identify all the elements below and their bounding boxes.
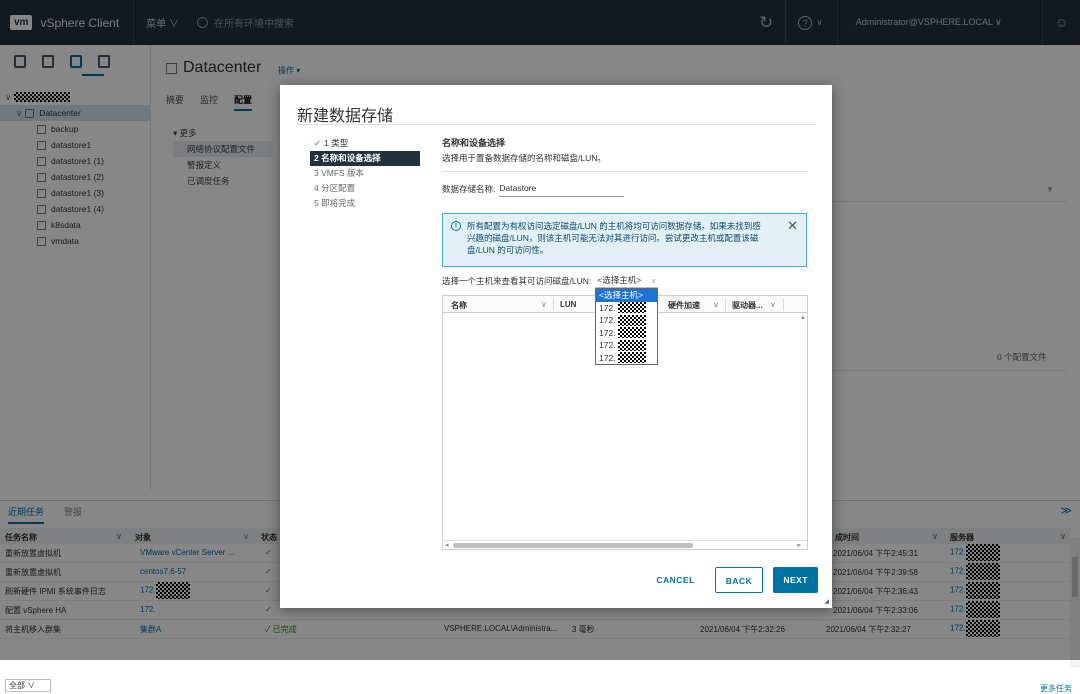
- wizard-content: 名称和设备选择 选择用于置备数据存储的名称和磁盘/LUN。 数据存储名称: Da…: [442, 136, 808, 550]
- host-select-row: 选择一个主机来查看其可访问磁盘/LUN: <选择主机> ∨: [442, 274, 659, 288]
- new-datastore-wizard: 新建数据存储 ✓ 1 类型 2 名称和设备选择 3 VMFS 版本 4 分区配置 …: [280, 85, 832, 608]
- chevron-down-icon: ∨: [651, 278, 657, 285]
- column-divider[interactable]: [783, 298, 784, 311]
- next-button[interactable]: NEXT: [773, 567, 818, 593]
- checkmark-icon: ✓: [314, 138, 322, 148]
- step-label: 1 类型: [324, 138, 349, 148]
- column-header[interactable]: 硬件加速: [668, 300, 700, 311]
- divider: [297, 124, 816, 125]
- wizard-title: 新建数据存储: [297, 108, 394, 125]
- host-dropdown-list: <选择主机> 172. 172. 172. 172. 172.: [595, 288, 658, 365]
- wizard-step: 3 VMFS 版本: [314, 168, 365, 178]
- sort-icon[interactable]: ∨: [541, 300, 547, 309]
- close-icon[interactable]: ✕: [787, 218, 798, 234]
- option-label: 172.: [599, 352, 616, 363]
- info-alert: i 所有配置为有权访问选定磁盘/LUN 的主机将均可访问数据存储。如果未找到感兴…: [442, 213, 807, 267]
- more-tasks-link[interactable]: 更多任务: [1040, 683, 1072, 694]
- scroll-right-icon[interactable]: ▸: [797, 541, 801, 549]
- section-title: 名称和设备选择: [442, 138, 506, 148]
- cancel-button[interactable]: CANCEL: [646, 567, 705, 593]
- column-header[interactable]: 驱动器...: [732, 300, 763, 311]
- redacted-host: [617, 314, 646, 326]
- wizard-buttons: CANCEL BACK NEXT: [646, 567, 818, 593]
- section-description: 选择用于置备数据存储的名称和磁盘/LUN。: [442, 153, 606, 163]
- option-label: 172.: [599, 327, 616, 338]
- wizard-steps: ✓ 1 类型 2 名称和设备选择 3 VMFS 版本 4 分区配置 5 即将完成: [310, 136, 420, 211]
- option-label: 172.: [599, 302, 616, 313]
- scrollbar-thumb[interactable]: [453, 543, 693, 548]
- tasks-filter-select[interactable]: 全部 ∨: [5, 679, 51, 692]
- wizard-step[interactable]: 2 名称和设备选择: [310, 151, 420, 166]
- column-divider[interactable]: [553, 298, 554, 311]
- back-button[interactable]: BACK: [714, 567, 764, 593]
- column-header[interactable]: LUN: [560, 300, 576, 309]
- redacted-host: [617, 352, 646, 364]
- wizard-step[interactable]: ✓ 1 类型: [310, 136, 420, 151]
- dropdown-option[interactable]: <选择主机>: [596, 289, 657, 302]
- column-divider[interactable]: [725, 298, 726, 311]
- datastore-name-input[interactable]: Datastore: [499, 183, 625, 197]
- info-icon: i: [451, 221, 461, 231]
- redacted-host: [617, 302, 646, 314]
- datastore-name-label: 数据存储名称:: [442, 184, 496, 194]
- redacted-host: [617, 327, 646, 339]
- scroll-up-icon[interactable]: ▲: [800, 315, 806, 321]
- host-select[interactable]: <选择主机> ∨: [595, 274, 659, 288]
- scroll-left-icon[interactable]: ◂: [445, 541, 449, 549]
- option-label: 172.: [599, 340, 616, 350]
- grid-horizontal-scrollbar[interactable]: ◂ ▸: [443, 540, 807, 549]
- dropdown-option[interactable]: 172.: [596, 314, 657, 327]
- dropdown-option[interactable]: 172.: [596, 352, 657, 365]
- column-header[interactable]: 名称: [451, 300, 467, 311]
- dropdown-option[interactable]: 172.: [596, 339, 657, 352]
- option-label: 172.: [599, 315, 616, 325]
- resize-handle-icon[interactable]: ◢: [824, 598, 829, 605]
- info-alert-text: 所有配置为有权访问选定磁盘/LUN 的主机将均可访问数据存储。如果未找到感兴趣的…: [467, 221, 761, 255]
- dropdown-option[interactable]: 172.: [596, 302, 657, 315]
- wizard-step: 5 即将完成: [314, 198, 356, 208]
- host-select-value: <选择主机>: [597, 275, 642, 285]
- grid-vertical-scrollbar[interactable]: ▲: [799, 313, 807, 533]
- redacted-host: [617, 339, 646, 351]
- datastore-name-row: 数据存储名称: Datastore: [442, 183, 625, 197]
- sort-icon[interactable]: ∨: [713, 300, 719, 309]
- host-select-label: 选择一个主机来查看其可访问磁盘/LUN:: [442, 276, 592, 286]
- wizard-step: 4 分区配置: [314, 183, 356, 193]
- dropdown-option[interactable]: 172.: [596, 327, 657, 340]
- sort-icon[interactable]: ∨: [770, 300, 776, 309]
- divider: [442, 171, 808, 172]
